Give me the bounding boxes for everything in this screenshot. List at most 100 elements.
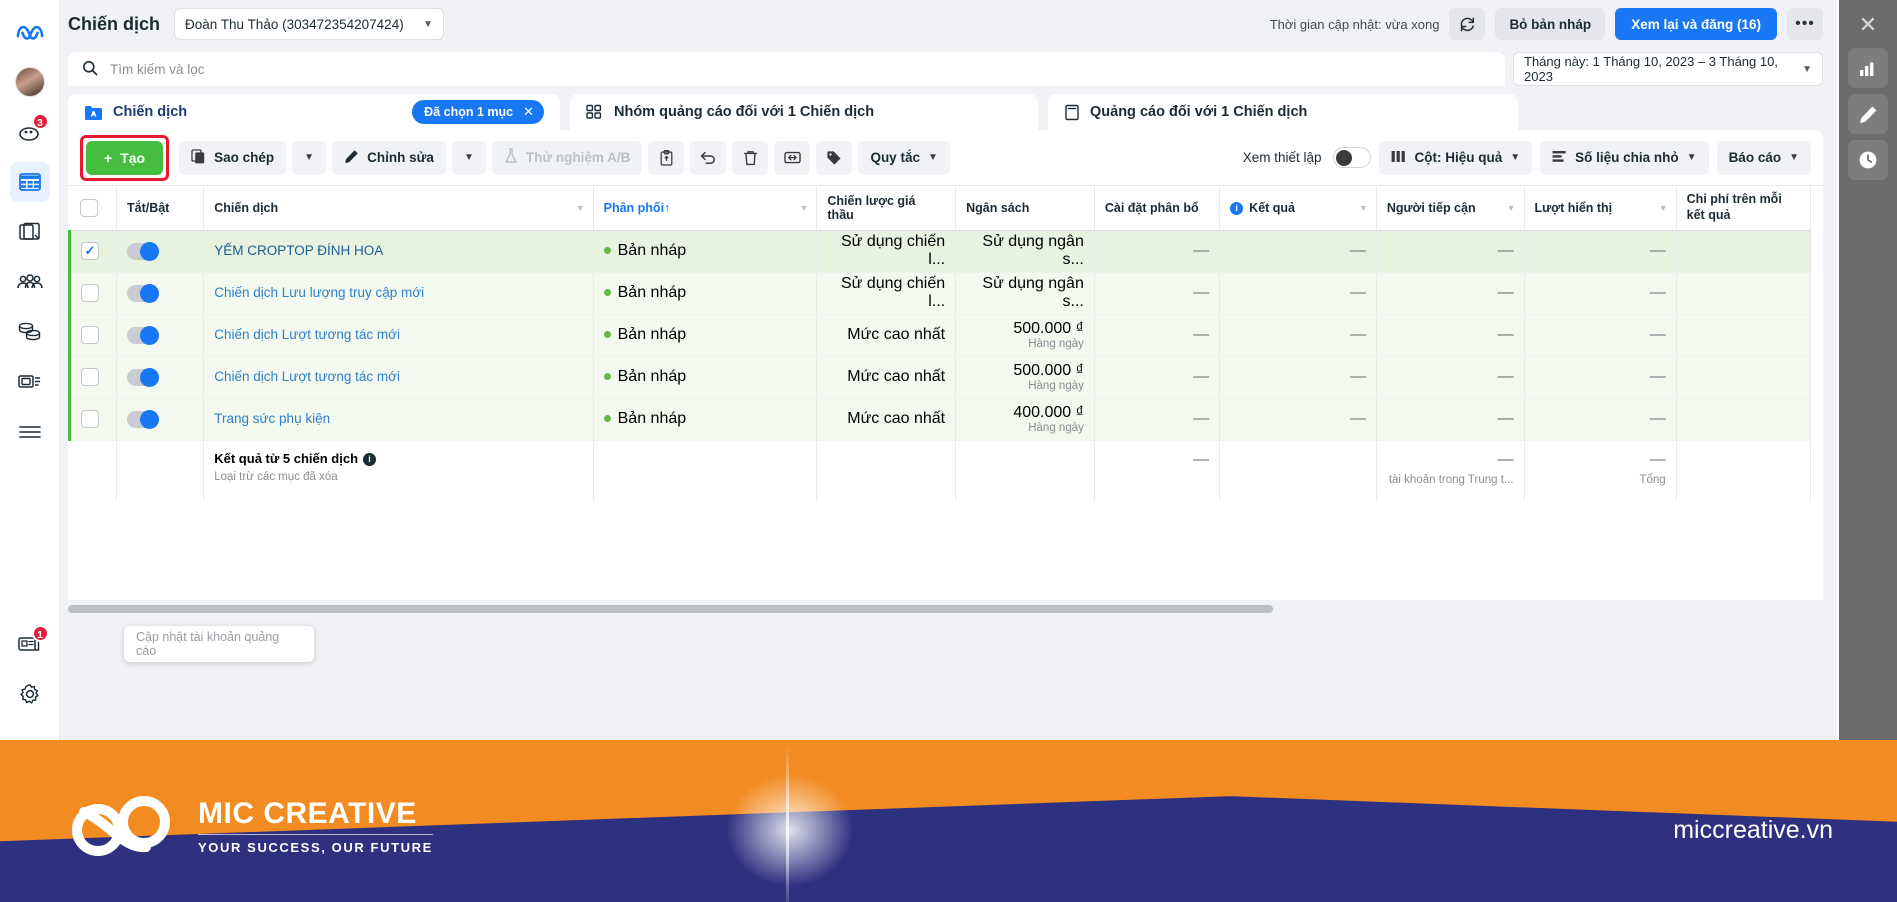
select-all-checkbox[interactable]	[79, 198, 98, 217]
row-checkbox[interactable]	[81, 410, 99, 428]
left-nav-rail: 3 1	[0, 0, 60, 740]
news-icon[interactable]: 1	[10, 624, 50, 664]
avatar[interactable]	[10, 62, 50, 102]
scrollbar-thumb[interactable]	[68, 605, 1273, 613]
chevron-down-icon[interactable]: ▼	[1507, 203, 1516, 213]
reports-button[interactable]: Báo cáo ▼	[1716, 140, 1811, 175]
sidebar-item-pages[interactable]	[10, 212, 50, 252]
row-toggle-cell[interactable]	[116, 398, 205, 441]
tag-icon[interactable]	[816, 140, 853, 175]
col-campaign[interactable]: Chiến dịch ▼	[203, 186, 594, 231]
trash-icon[interactable]	[732, 140, 769, 175]
table-scroll-area[interactable]: Tắt/Bật Chiến dịch ▼ Phân phối↑ ▼ Chiến …	[68, 186, 1823, 502]
search-input[interactable]: Tìm kiếm và lọc	[68, 52, 1505, 86]
status-toggle[interactable]	[126, 241, 159, 261]
rules-button[interactable]: Quy tắc ▼	[858, 140, 950, 175]
edit-dropdown[interactable]: ▼	[451, 140, 486, 175]
info-icon[interactable]: i	[363, 452, 377, 466]
select-all-header[interactable]	[69, 186, 117, 231]
row-checkbox[interactable]	[81, 368, 99, 386]
date-range-picker[interactable]: Tháng này: 1 Tháng 10, 2023 – 3 Tháng 10…	[1513, 52, 1823, 86]
account-select[interactable]: Đoàn Thu Thảo (303472354207424) ▼	[174, 8, 445, 40]
more-options-button[interactable]: •••	[1787, 8, 1823, 40]
row-checkbox-cell[interactable]: ✓	[68, 230, 117, 273]
campaign-link[interactable]: Chiến dịch Lưu lượng truy cập mới	[214, 285, 424, 300]
ab-test-button[interactable]: Thử nghiệm A/B	[491, 140, 643, 175]
row-campaign-cell[interactable]: Trang sức phụ kiện	[203, 398, 594, 441]
clock-icon[interactable]	[1848, 140, 1888, 180]
export-icon[interactable]	[774, 140, 811, 175]
row-checkbox-cell[interactable]	[68, 398, 117, 441]
review-publish-button[interactable]: Xem lại và đăng (16)	[1615, 8, 1777, 40]
chevron-down-icon[interactable]: ▼	[799, 203, 808, 213]
campaign-link[interactable]: Chiến dịch Lượt tương tác mới	[214, 369, 400, 384]
sidebar-item-audience[interactable]	[10, 262, 50, 302]
pencil-icon[interactable]	[1848, 94, 1888, 134]
campaign-link[interactable]: Chiến dịch Lượt tương tác mới	[214, 327, 400, 342]
row-checkbox[interactable]: ✓	[81, 242, 99, 260]
sidebar-item-media[interactable]	[10, 362, 50, 402]
selection-chip-label: Đã chọn 1 mục	[424, 105, 514, 119]
tab-campaigns-label: Chiến dịch	[113, 104, 188, 120]
row-checkbox-cell[interactable]	[68, 314, 117, 357]
row-campaign-cell[interactable]: YẾM CROPTOP ĐÍNH HOA	[203, 230, 594, 273]
columns-button[interactable]: Cột: Hiệu quả ▼	[1379, 140, 1533, 175]
row-campaign-cell[interactable]: Chiến dịch Lượt tương tác mới	[203, 356, 594, 399]
meta-logo-icon[interactable]	[10, 12, 50, 52]
duplicate-button[interactable]: Sao chép	[179, 140, 287, 175]
undo-icon[interactable]	[690, 140, 727, 175]
row-toggle-cell[interactable]	[116, 356, 205, 399]
row-checkbox-cell[interactable]	[68, 272, 117, 315]
row-checkbox[interactable]	[81, 284, 99, 302]
refresh-icon[interactable]	[1449, 8, 1486, 40]
row-toggle-cell[interactable]	[116, 230, 205, 273]
col-reach[interactable]: Người tiếp cận ▼	[1376, 186, 1525, 231]
chevron-down-icon[interactable]: ▼	[1359, 203, 1368, 213]
close-icon[interactable]: ✕	[523, 104, 534, 120]
tab-campaigns[interactable]: Chiến dịch Đã chọn 1 mục ✕	[68, 94, 560, 130]
status-toggle[interactable]	[126, 325, 159, 345]
row-campaign-cell[interactable]: Chiến dịch Lưu lượng truy cập mới	[203, 272, 594, 315]
clipboard-icon[interactable]	[648, 140, 685, 175]
row-campaign-cell[interactable]: Chiến dịch Lượt tương tác mới	[203, 314, 594, 357]
columns-button-label: Cột: Hiệu quả	[1414, 150, 1503, 165]
table-row[interactable]: Chiến dịch Lượt tương tác mới Bản nháp M…	[68, 356, 1812, 399]
status-toggle[interactable]	[126, 409, 159, 429]
row-checkbox[interactable]	[81, 326, 99, 344]
status-toggle[interactable]	[126, 283, 159, 303]
gear-icon[interactable]	[10, 674, 50, 714]
create-button[interactable]: + Tạo	[86, 140, 164, 175]
horizontal-scrollbar[interactable]	[68, 604, 1823, 614]
main-window: Chiến dịch Đoàn Thu Thảo (30347235420742…	[60, 0, 1837, 740]
menu-icon[interactable]	[10, 412, 50, 452]
row-toggle-cell[interactable]	[116, 272, 205, 315]
col-impressions[interactable]: Lượt hiển thị ▼	[1524, 186, 1677, 231]
edit-button[interactable]: Chỉnh sửa	[332, 140, 446, 175]
table-row[interactable]: Chiến dịch Lưu lượng truy cập mới Bản nh…	[68, 272, 1812, 315]
tab-adsets[interactable]: Nhóm quảng cáo đối với 1 Chiến dịch	[570, 94, 1038, 130]
sidebar-item-table[interactable]	[9, 162, 50, 202]
table-row[interactable]: Chiến dịch Lượt tương tác mới Bản nháp M…	[68, 314, 1812, 357]
tab-ads[interactable]: Quảng cáo đối với 1 Chiến dịch	[1048, 94, 1518, 130]
sidebar-item-billing[interactable]	[10, 312, 50, 352]
close-icon[interactable]: ✕	[1859, 8, 1877, 42]
row-toggle-cell[interactable]	[116, 314, 205, 357]
duplicate-dropdown[interactable]: ▼	[292, 140, 327, 175]
table-row[interactable]: Trang sức phụ kiện Bản nháp Mức cao nhất…	[68, 398, 1812, 441]
col-results[interactable]: i Kết quả ▼	[1219, 186, 1377, 231]
row-checkbox-cell[interactable]	[68, 356, 117, 399]
col-delivery[interactable]: Phân phối↑ ▼	[593, 186, 818, 231]
status-toggle[interactable]	[126, 367, 159, 387]
breakdown-button[interactable]: Số liệu chia nhỏ ▼	[1540, 140, 1709, 175]
selection-chip[interactable]: Đã chọn 1 mục ✕	[412, 100, 544, 124]
create-button-label: Tạo	[120, 149, 146, 166]
campaign-link[interactable]: YẾM CROPTOP ĐÍNH HOA	[214, 243, 383, 258]
chart-bars-icon[interactable]	[1848, 48, 1888, 88]
table-row[interactable]: ✓ YẾM CROPTOP ĐÍNH HOA Bản nháp Sử dụng …	[68, 230, 1812, 273]
discard-draft-button[interactable]: Bỏ bản nháp	[1495, 8, 1606, 40]
campaign-link[interactable]: Trang sức phụ kiện	[214, 411, 330, 426]
view-setup-toggle[interactable]	[1333, 147, 1372, 168]
chevron-down-icon[interactable]: ▼	[1659, 203, 1668, 213]
notifications-icon[interactable]: 3	[10, 112, 50, 152]
chevron-down-icon[interactable]: ▼	[576, 203, 585, 213]
